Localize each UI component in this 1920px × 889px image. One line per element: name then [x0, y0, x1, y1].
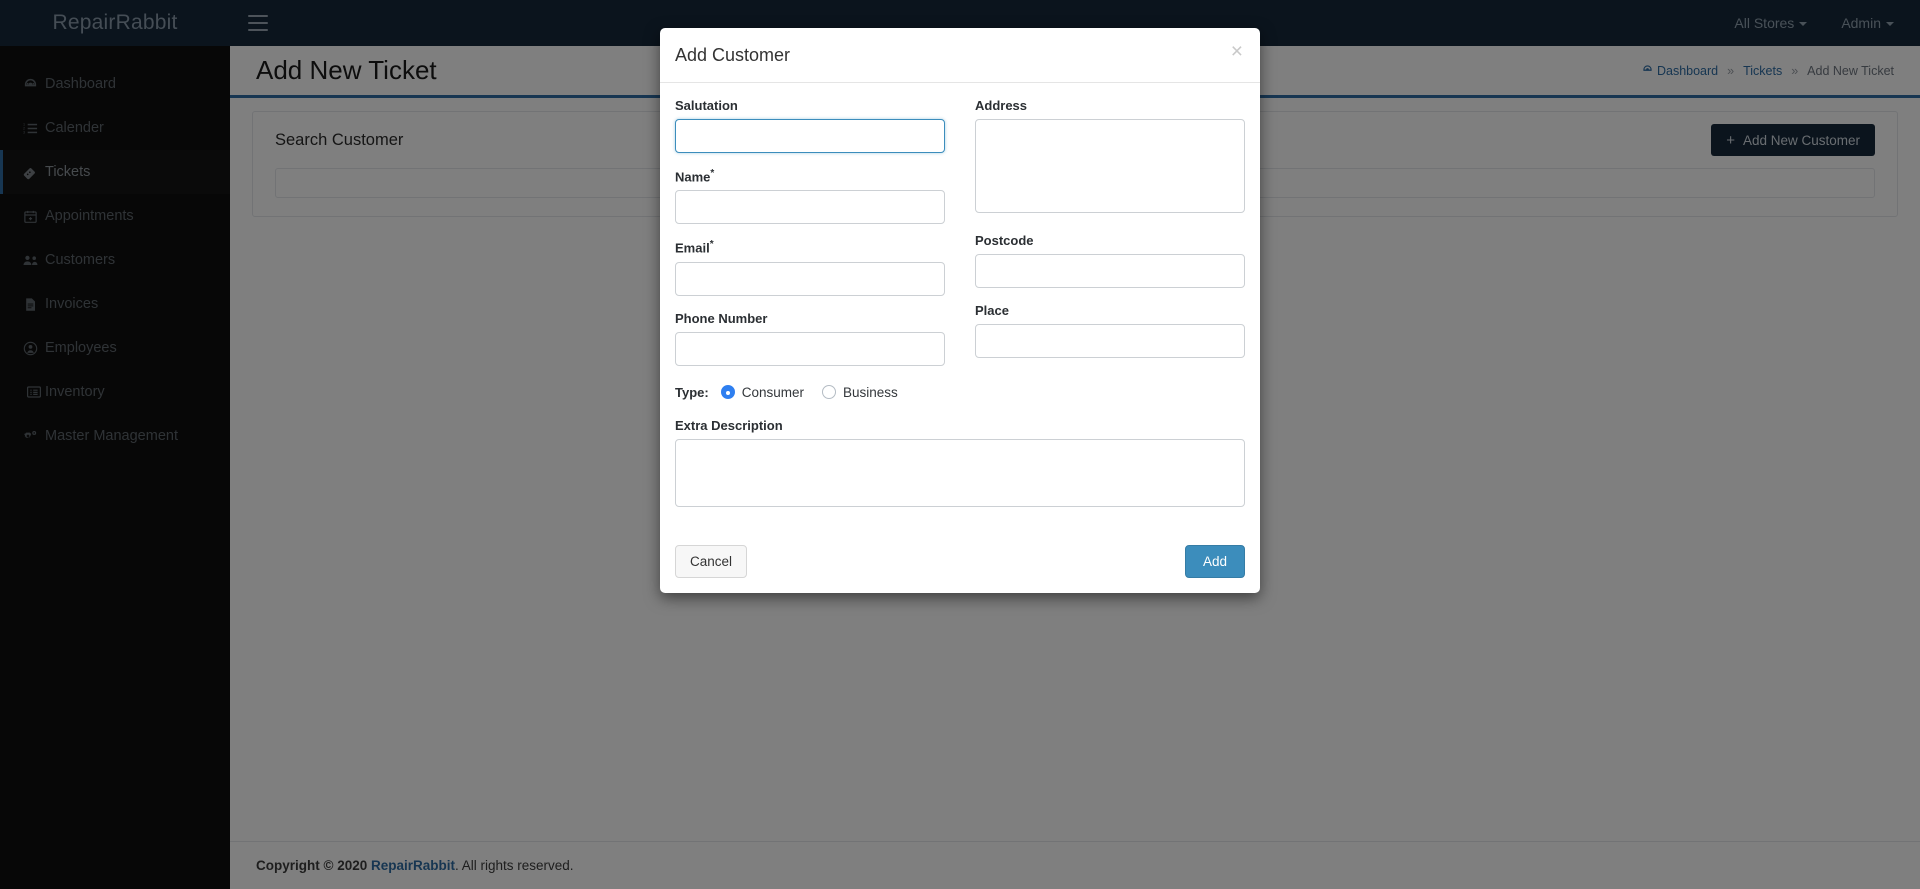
extra-description-label: Extra Description [675, 417, 783, 433]
radio-option-business[interactable]: Business [822, 385, 898, 400]
add-customer-modal: Add Customer × Salutation Name* Email* P… [660, 28, 1260, 593]
field-email: Email* [675, 239, 945, 296]
modal-header: Add Customer × [660, 28, 1260, 83]
field-phone: Phone Number [675, 311, 945, 366]
place-label: Place [975, 303, 1009, 318]
address-textarea[interactable] [975, 119, 1245, 213]
postcode-label: Postcode [975, 233, 1034, 248]
email-label-text: Email [675, 240, 710, 256]
radio-option-consumer[interactable]: Consumer [720, 384, 804, 400]
salutation-label: Salutation [675, 98, 738, 113]
email-label: Email* [675, 239, 945, 255]
form-grid: Salutation Name* Email* Phone Number Add… [675, 98, 1245, 381]
required-marker: * [710, 168, 715, 179]
salutation-input[interactable] [675, 119, 945, 153]
address-label: Address [975, 98, 1028, 113]
field-place: Place [975, 303, 1245, 358]
field-salutation: Salutation [675, 98, 945, 153]
field-extra-description: Extra Description [675, 418, 1245, 512]
cancel-button[interactable]: Cancel [675, 544, 748, 578]
radio-business-label: Business [843, 384, 898, 400]
radio-business-icon[interactable] [822, 385, 836, 400]
modal-title: Add Customer [675, 45, 791, 65]
radio-consumer-label: Consumer [741, 384, 804, 400]
customer-type-group: Type: Consumer Business [675, 385, 1245, 400]
required-marker: * [709, 239, 714, 251]
app-root: RepairRabbit Dashboard 123 Calender Tick… [0, 0, 1920, 889]
modal-footer: Cancel Add [660, 531, 1260, 593]
field-name: Name* [675, 168, 945, 225]
radio-consumer-icon[interactable] [720, 385, 735, 400]
phone-input[interactable] [675, 331, 945, 366]
phone-label: Phone Number [675, 310, 768, 326]
form-column-left: Salutation Name* Email* Phone Number [675, 98, 945, 381]
place-input[interactable] [975, 324, 1245, 358]
name-label-text: Name [675, 169, 711, 185]
email-input[interactable] [675, 261, 945, 296]
postcode-input[interactable] [975, 254, 1245, 288]
extra-description-textarea[interactable] [675, 438, 1245, 507]
name-label: Name* [675, 168, 945, 184]
add-button[interactable]: Add [1184, 544, 1245, 578]
modal-body: Salutation Name* Email* Phone Number Add… [660, 83, 1260, 531]
field-address: Address [975, 98, 1245, 218]
type-label: Type: [675, 384, 709, 400]
close-icon[interactable]: × [1231, 41, 1243, 62]
form-column-right: Address Postcode Place [975, 98, 1245, 381]
field-postcode: Postcode [975, 233, 1245, 288]
name-input[interactable] [675, 190, 945, 225]
